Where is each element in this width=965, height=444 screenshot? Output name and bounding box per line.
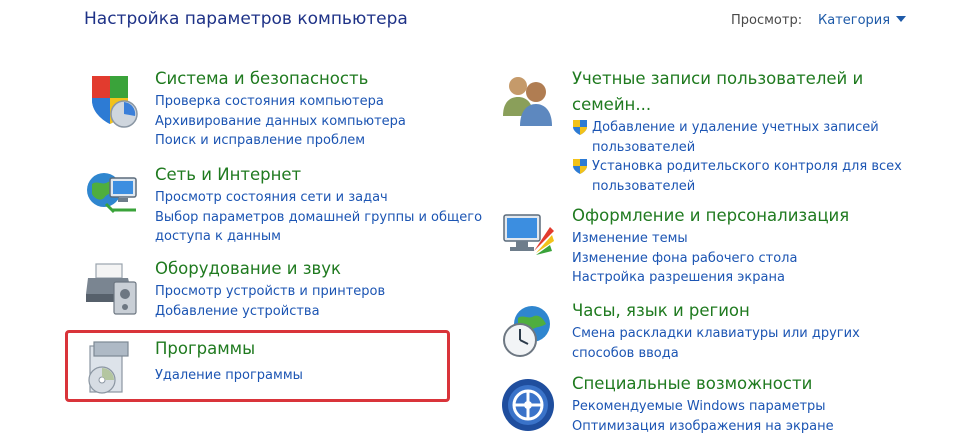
category-title-line-2[interactable]: семейн... (572, 94, 651, 116)
shield-icon[interactable] (84, 70, 140, 130)
link-screen-resolution[interactable]: Настройка разрешения экрана (572, 268, 797, 288)
category-user-accounts: Учетные записи пользователей и семейн...… (500, 68, 902, 195)
category-network-internet: Сеть и Интернет Просмотр состояния сети … (84, 164, 484, 251)
category-title[interactable]: Оформление и персонализация (572, 205, 849, 227)
printer-icon[interactable] (84, 260, 140, 320)
category-ease-of-access: Специальные возможности Рекомендуемые Wi… (500, 373, 860, 440)
link-check-status[interactable]: Проверка состояния компьютера (155, 92, 406, 112)
category-title[interactable]: Оборудование и звук (155, 258, 341, 280)
link-add-remove-accounts[interactable]: Добавление и удаление учетных записей (572, 118, 902, 138)
link-change-theme[interactable]: Изменение темы (572, 229, 797, 249)
category-title[interactable]: Сеть и Интернет (155, 164, 301, 186)
link-parental-controls-cont[interactable]: пользователей (572, 177, 902, 197)
view-label: Просмотр: (731, 13, 803, 28)
category-hardware-sound: Оборудование и звук Просмотр устройств и… (84, 258, 484, 325)
uac-shield-icon (573, 120, 587, 135)
link-add-remove-accounts-cont[interactable]: пользователей (572, 138, 902, 158)
category-appearance: Оформление и персонализация Изменение те… (500, 205, 860, 292)
link-keyboard-layout-cont[interactable]: способов ввода (572, 344, 860, 364)
page-title: Настройка параметров компьютера (84, 9, 408, 29)
link-backup[interactable]: Архивирование данных компьютера (155, 112, 406, 132)
category-title-line-1[interactable]: Учетные записи пользователей и (572, 68, 863, 90)
highlight-frame (65, 330, 450, 402)
link-add-device[interactable]: Добавление устройства (155, 302, 385, 322)
clock-globe-icon[interactable] (500, 302, 556, 362)
category-system-security: Система и безопасность Проверка состояни… (84, 68, 484, 155)
link-keyboard-layout[interactable]: Смена раскладки клавиатуры или других (572, 324, 860, 344)
accessibility-icon[interactable] (500, 375, 556, 435)
chevron-down-icon[interactable] (896, 16, 907, 22)
link-network-status[interactable]: Просмотр состояния сети и задач (155, 188, 482, 208)
link-troubleshoot[interactable]: Поиск и исправление проблем (155, 131, 406, 151)
network-globe-icon[interactable] (84, 166, 140, 226)
monitor-palette-icon[interactable] (500, 207, 556, 267)
users-icon[interactable] (500, 70, 556, 130)
category-title[interactable]: Часы, язык и регион (572, 300, 750, 322)
link-homegroup[interactable]: Выбор параметров домашней группы и общег… (155, 208, 482, 228)
category-clock-language-region: Часы, язык и регион Смена раскладки клав… (500, 300, 860, 367)
category-title[interactable]: Система и безопасность (155, 68, 368, 90)
link-optimize-display[interactable]: Оптимизация изображения на экране (572, 417, 834, 437)
link-change-background[interactable]: Изменение фона рабочего стола (572, 249, 797, 269)
link-homegroup-cont[interactable]: доступа к данным (155, 227, 482, 247)
view-by-dropdown[interactable]: Категория (818, 13, 907, 28)
uac-shield-icon (573, 159, 587, 174)
link-devices-printers[interactable]: Просмотр устройств и принтеров (155, 282, 385, 302)
link-add-remove-accounts-text[interactable]: Добавление и удаление учетных записей (592, 120, 879, 135)
link-parental-controls-text[interactable]: Установка родительского контроля для все… (592, 159, 902, 174)
link-parental-controls[interactable]: Установка родительского контроля для все… (572, 157, 902, 177)
view-by-value[interactable]: Категория (818, 13, 890, 28)
link-recommended-settings[interactable]: Рекомендуемые Windows параметры (572, 397, 834, 417)
category-title[interactable]: Специальные возможности (572, 373, 812, 395)
